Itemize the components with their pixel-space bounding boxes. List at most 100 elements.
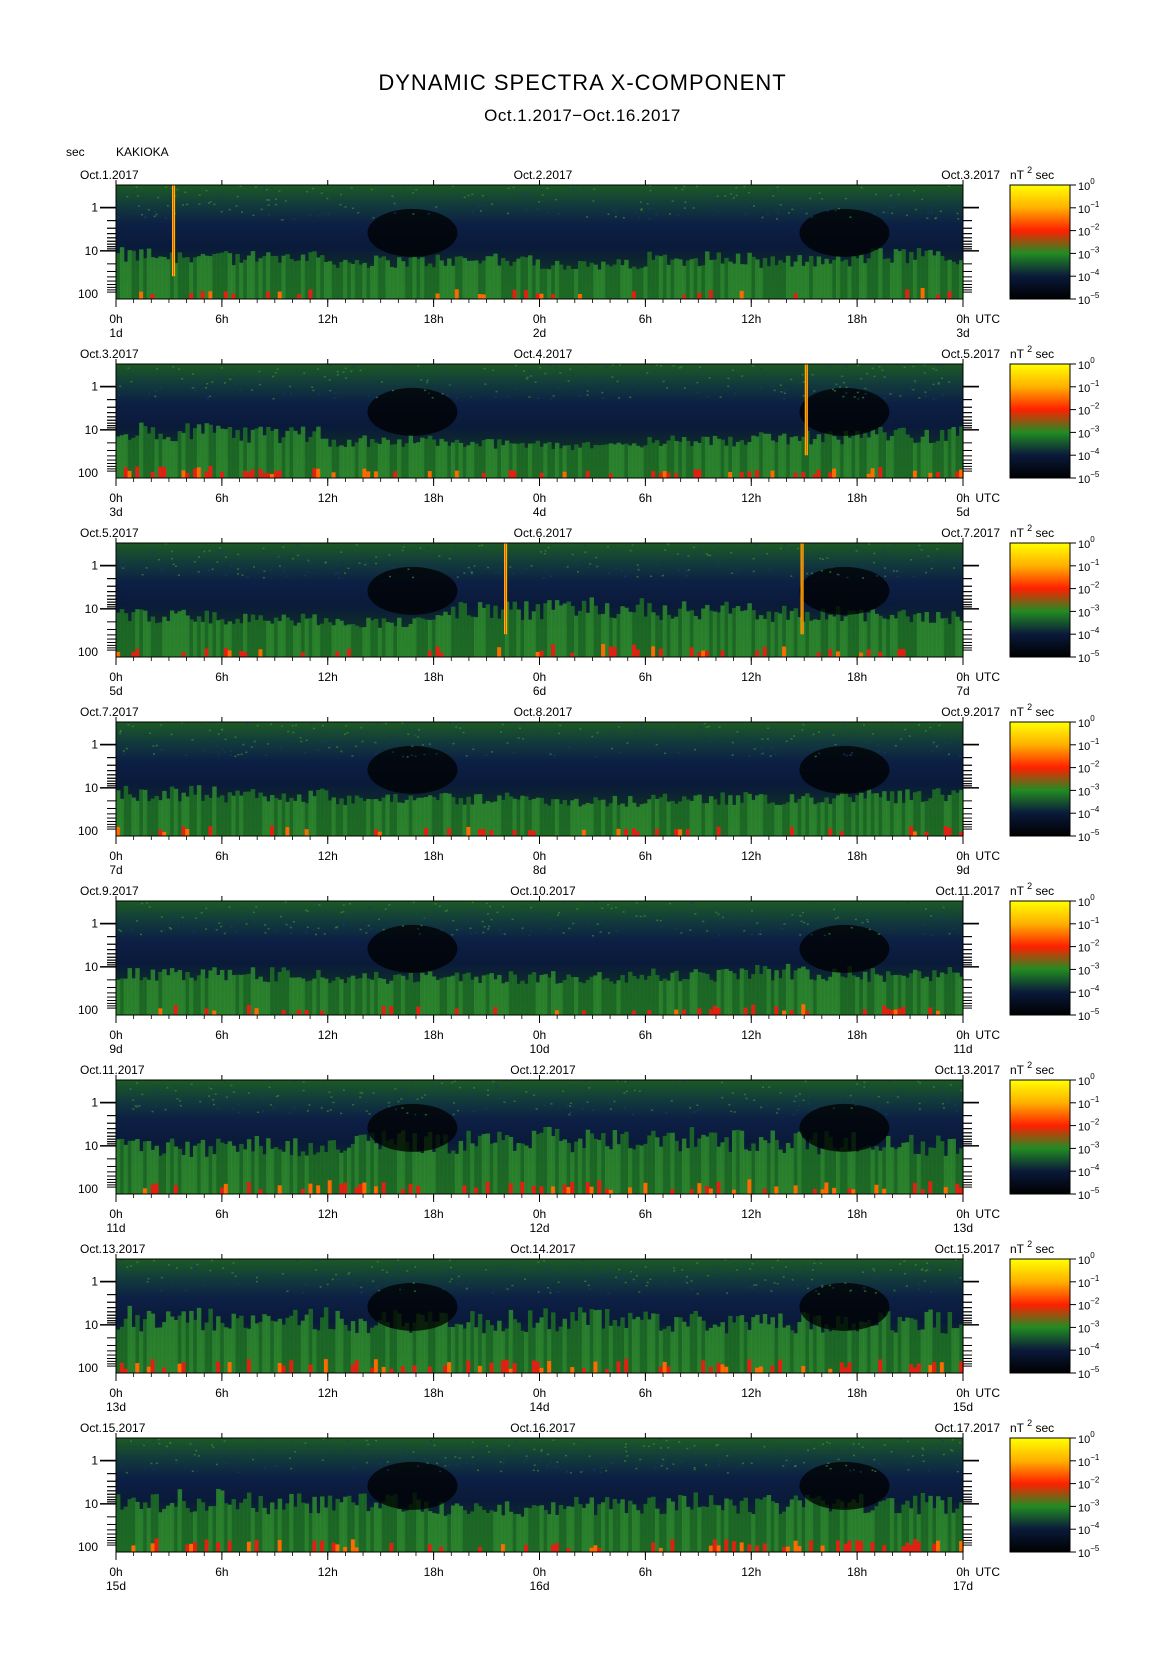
x-tick-label: 0h bbox=[956, 849, 969, 863]
x-tick-label: 12h bbox=[741, 1028, 761, 1042]
colorbar-tick-label: 10−2 bbox=[1078, 223, 1100, 239]
colorbar-tick-label: 10−5 bbox=[1078, 291, 1100, 307]
x-tick-label: 6h bbox=[639, 1028, 652, 1042]
day-label: 6d bbox=[533, 684, 546, 698]
x-tick-label: 12h bbox=[318, 1565, 338, 1579]
panel-left-date: Oct.11.2017 bbox=[80, 1063, 145, 1077]
day-label: 17d bbox=[953, 1579, 973, 1593]
colorbar bbox=[1009, 1437, 1071, 1553]
day-label: 1d bbox=[109, 326, 122, 340]
colorbar-tick-label: 100 bbox=[1078, 893, 1095, 909]
x-tick-label: 18h bbox=[847, 1028, 867, 1042]
x-tick-label: 0h bbox=[109, 1386, 122, 1400]
colorbar-tick-label: 10−4 bbox=[1078, 1342, 1100, 1358]
colorbar-tick-label: 10−1 bbox=[1078, 737, 1100, 753]
colorbar-tick-label: 10−5 bbox=[1078, 1365, 1100, 1381]
x-tick-label: 6h bbox=[639, 1207, 652, 1221]
spectra-panel: Oct.7.2017 Oct.8.2017 Oct.9.2017 1 10 100 0h 6h… bbox=[78, 702, 1100, 877]
x-tick-label: 18h bbox=[424, 670, 444, 684]
colorbar-unit: nT 2 sec bbox=[1010, 1060, 1054, 1077]
day-label: 7d bbox=[956, 684, 969, 698]
x-tick-label: 18h bbox=[424, 1028, 444, 1042]
utc-label: UTC bbox=[975, 1207, 1000, 1221]
x-tick-label: 6h bbox=[639, 1386, 652, 1400]
x-tick-label: 0h bbox=[109, 849, 122, 863]
x-tick-label: 0h bbox=[533, 491, 546, 505]
y-tick-label: 100 bbox=[78, 287, 98, 301]
spectra-panel: Oct.1.2017 Oct.2.2017 Oct.3.2017 1 10 100 0h 6h… bbox=[78, 165, 1100, 340]
panel-mid-date: Oct.10.2017 bbox=[510, 884, 576, 898]
x-tick-label: 12h bbox=[741, 1565, 761, 1579]
x-tick-label: 12h bbox=[318, 670, 338, 684]
x-tick-label: 6h bbox=[639, 849, 652, 863]
colorbar-tick-label: 10−5 bbox=[1078, 1007, 1100, 1023]
utc-label: UTC bbox=[975, 1386, 1000, 1400]
colorbar-tick-label: 100 bbox=[1078, 1072, 1095, 1088]
y-tick-label: 10 bbox=[85, 423, 99, 437]
colorbar-tick-label: 10−3 bbox=[1078, 782, 1100, 798]
dynamic-spectra-chart: Oct.1.2017 Oct.2.2017 Oct.3.2017 1 10 100 0h 6h… bbox=[78, 165, 1100, 1593]
x-tick-label: 0h bbox=[956, 312, 969, 326]
day-label: 5d bbox=[109, 684, 122, 698]
utc-label: UTC bbox=[975, 1565, 1000, 1579]
utc-label: UTC bbox=[975, 1028, 1000, 1042]
colorbar-tick-label: 10−3 bbox=[1078, 1319, 1100, 1335]
panel-mid-date: Oct.4.2017 bbox=[514, 347, 573, 361]
y-tick-label: 100 bbox=[78, 645, 98, 659]
day-label: 12d bbox=[529, 1221, 549, 1235]
colorbar-tick-label: 10−5 bbox=[1078, 1186, 1100, 1202]
panel-mid-date: Oct.6.2017 bbox=[514, 526, 573, 540]
x-tick-label: 12h bbox=[741, 312, 761, 326]
panel-mid-date: Oct.14.2017 bbox=[510, 1242, 576, 1256]
day-label: 3d bbox=[109, 505, 122, 519]
x-tick-label: 6h bbox=[215, 670, 228, 684]
colorbar-tick-label: 10−4 bbox=[1078, 984, 1100, 1000]
day-label: 13d bbox=[953, 1221, 973, 1235]
day-label: 5d bbox=[956, 505, 969, 519]
panel-mid-date: Oct.12.2017 bbox=[510, 1063, 576, 1077]
colorbar-tick-label: 10−4 bbox=[1078, 447, 1100, 463]
x-tick-label: 6h bbox=[215, 1386, 228, 1400]
x-tick-label: 0h bbox=[533, 1207, 546, 1221]
colorbar-tick-label: 10−1 bbox=[1078, 1453, 1100, 1469]
panel-right-date: Oct.7.2017 bbox=[941, 526, 1000, 540]
x-tick-label: 18h bbox=[847, 491, 867, 505]
y-tick-label: 1 bbox=[91, 738, 98, 752]
spectra-panel: Oct.5.2017 Oct.6.2017 Oct.7.2017 1 10 100 0h 6h… bbox=[78, 523, 1100, 698]
spectra-panel: Oct.13.2017 Oct.14.2017 Oct.15.2017 1 10 100 0… bbox=[78, 1239, 1100, 1414]
colorbar-tick-label: 10−1 bbox=[1078, 200, 1100, 216]
colorbar-tick-label: 10−5 bbox=[1078, 828, 1100, 844]
y-tick-label: 100 bbox=[78, 824, 98, 838]
colorbar-unit: nT 2 sec bbox=[1010, 523, 1054, 540]
day-label: 11d bbox=[953, 1042, 972, 1056]
x-tick-label: 0h bbox=[533, 849, 546, 863]
x-tick-label: 18h bbox=[424, 1207, 444, 1221]
spectra-panel: Oct.11.2017 Oct.12.2017 Oct.13.2017 1 10 100 0… bbox=[78, 1060, 1100, 1235]
colorbar-unit: nT 2 sec bbox=[1010, 702, 1054, 719]
colorbar-unit: nT 2 sec bbox=[1010, 1418, 1054, 1435]
colorbar-unit: nT 2 sec bbox=[1010, 1239, 1054, 1256]
y-tick-label: 1 bbox=[91, 1454, 98, 1468]
x-tick-label: 0h bbox=[956, 1386, 969, 1400]
y-tick-label: 10 bbox=[85, 1497, 99, 1511]
day-label: 11d bbox=[106, 1221, 125, 1235]
day-label: 4d bbox=[533, 505, 546, 519]
day-label: 8d bbox=[533, 863, 546, 877]
colorbar-tick-label: 10−2 bbox=[1078, 1118, 1100, 1134]
colorbar-tick-label: 10−1 bbox=[1078, 1095, 1100, 1111]
colorbar-tick-label: 10−3 bbox=[1078, 1498, 1100, 1514]
y-tick-label: 1 bbox=[91, 559, 98, 573]
colorbar-tick-label: 10−4 bbox=[1078, 268, 1100, 284]
x-tick-label: 0h bbox=[956, 670, 969, 684]
panel-mid-date: Oct.8.2017 bbox=[514, 705, 573, 719]
day-label: 13d bbox=[106, 1400, 126, 1414]
panel-right-date: Oct.3.2017 bbox=[941, 168, 1000, 182]
x-tick-label: 6h bbox=[215, 1207, 228, 1221]
spectra-panel: Oct.9.2017 Oct.10.2017 Oct.11.2017 1 10 100 0h… bbox=[78, 881, 1100, 1056]
utc-label: UTC bbox=[975, 849, 1000, 863]
x-tick-label: 18h bbox=[424, 1386, 444, 1400]
day-label: 3d bbox=[956, 326, 969, 340]
x-tick-label: 18h bbox=[847, 849, 867, 863]
colorbar bbox=[1009, 542, 1071, 658]
panel-left-date: Oct.7.2017 bbox=[80, 705, 139, 719]
